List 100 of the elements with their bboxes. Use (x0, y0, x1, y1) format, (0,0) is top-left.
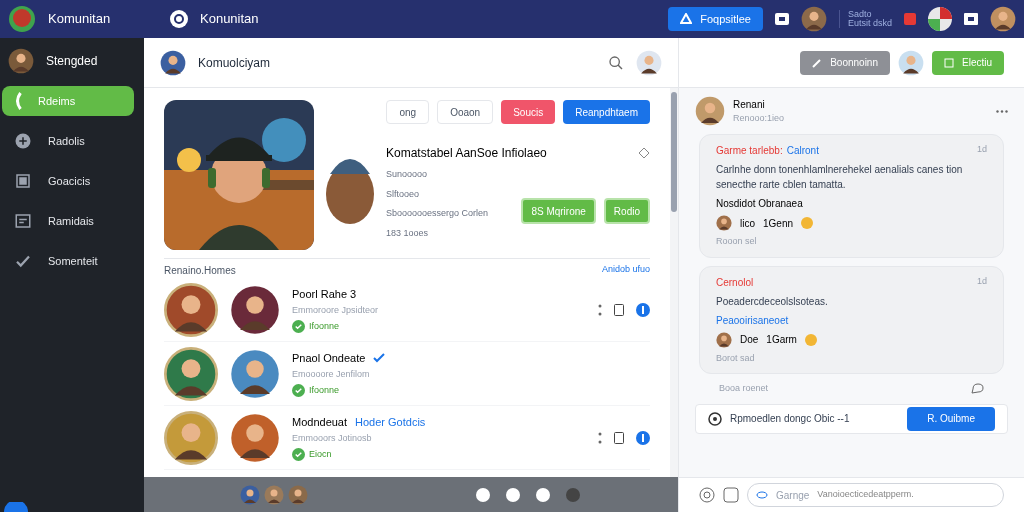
sidebar-item[interactable]: Ramidais (2, 206, 142, 236)
comment-link[interactable]: Calront (786, 143, 819, 158)
avatar (636, 49, 662, 76)
suggestion-button[interactable]: R. Ouibme (907, 406, 995, 431)
play-button[interactable]: Rodio (603, 198, 650, 224)
toolbar-button[interactable]: ong (386, 100, 430, 124)
sidebar-item[interactable]: Radolis (2, 126, 142, 156)
comment-time: 1d (977, 274, 987, 288)
save-button[interactable]: Electiu (932, 50, 1004, 75)
avatar (800, 6, 827, 32)
comment-author: Cernolol (716, 275, 754, 290)
channel-title: Komuolciyam (198, 54, 272, 72)
avatar (716, 215, 732, 231)
plus-circle-icon (14, 132, 32, 150)
avatar (288, 484, 308, 505)
status-text: Sadto (847, 10, 873, 19)
info-icon[interactable] (636, 302, 650, 317)
suggestion-text: Rpmoedlen dongc Obic --1 (730, 412, 851, 426)
comment-link[interactable]: Peaooirisaneoet (716, 312, 987, 328)
status-label: Ifoonne (309, 319, 340, 333)
emoji-icon (801, 217, 814, 229)
avatar (898, 49, 924, 76)
avatar (716, 331, 732, 348)
toolbar-button[interactable]: Soucis (501, 100, 556, 124)
list-icon (14, 212, 32, 230)
reaction-name: lico (740, 216, 755, 231)
square-icon (14, 172, 32, 190)
reaction-count: 1Genn (763, 216, 794, 231)
emoji-icon (804, 333, 817, 346)
primary-button[interactable]: Foqpsitlee (668, 7, 763, 31)
check-circle-icon (292, 384, 305, 397)
friend-name: Modndeuat (292, 414, 348, 430)
comment-text: Poeadercdeceolslsoteas. (716, 294, 829, 309)
app-name: Komunitan (48, 10, 112, 29)
more-icon[interactable] (598, 303, 602, 316)
avatar (990, 6, 1016, 32)
post-author: Renani (733, 97, 766, 112)
friend-subtitle: Emmooors Jotinosb (292, 432, 373, 446)
avatar (164, 346, 218, 401)
sticker-icon[interactable] (723, 487, 739, 503)
page-title: Konunitan (200, 10, 259, 29)
more-icon[interactable] (598, 431, 602, 444)
pen-icon (812, 57, 823, 68)
field-label: Garnge (776, 488, 810, 503)
friend-name: Pnaol Ondeate (292, 350, 366, 366)
avatar (164, 410, 218, 465)
post-time: Renooo:1ieo (733, 111, 786, 125)
play-button[interactable]: 8S Mqrirone (521, 198, 596, 224)
logo-icon (170, 10, 188, 28)
check-circle-icon (292, 320, 305, 333)
status-label: Ifoonne (309, 383, 340, 397)
avatar (230, 412, 280, 463)
friend-subtitle: Emoooore Jenfilom (292, 368, 371, 382)
game-info: 183 1ooes (386, 226, 430, 240)
reaction-count: 1Garm (766, 333, 797, 347)
info-icon[interactable] (636, 430, 650, 445)
logo-icon (8, 5, 36, 33)
check-circle-icon (292, 448, 305, 461)
avatar (695, 96, 725, 126)
comment-text: Carlnhe donn tonenhlamlnerehekel aenalials canes tion senecthe rarte cblen tamatta. (716, 163, 964, 192)
avatar (230, 348, 280, 399)
triangle-icon (680, 13, 693, 25)
page-icon[interactable] (614, 431, 624, 444)
avatar (230, 284, 280, 335)
message-input[interactable]: Vanoioecticedeatpperm. (817, 488, 995, 502)
comment-footer: Rooon sel (716, 235, 987, 249)
avatar (8, 48, 34, 74)
game-info: Sbooooooessergo Corlen (386, 207, 489, 220)
avatar (240, 484, 260, 505)
toolbar-button[interactable]: Reanpdhtaem (563, 100, 650, 124)
friend-subtitle: Emmoroore Jpsidteor (292, 304, 380, 318)
game-title: Komatstabel AanSoe Infiolaeo (386, 145, 547, 162)
avatar (160, 49, 186, 76)
game-info: Slftooeo (386, 187, 421, 201)
sidebar-item[interactable]: Goacicis (2, 166, 142, 196)
reaction-name: Doe (740, 333, 759, 347)
diamond-icon[interactable] (638, 147, 650, 159)
comment-footer: Borot sad (716, 351, 987, 365)
section-heading: Renaino.Homes (164, 264, 236, 278)
profile-name: Stengded (46, 53, 98, 70)
note-icon (944, 57, 954, 68)
page-icon[interactable] (614, 303, 624, 316)
comment-emphasis: Nosdidot Obranaea (716, 197, 804, 211)
toolbar-button[interactable]: Ooaon (437, 100, 494, 124)
friend-tag: Hoder Gotdcis (355, 413, 426, 431)
at-icon[interactable] (699, 487, 715, 503)
status-label: Eiocn (309, 447, 332, 461)
game-info: Sunooooo (386, 168, 429, 181)
comment-author: Garme tarlebb: (716, 144, 783, 158)
view-all-link[interactable]: Anidob ufuo (601, 263, 650, 278)
comment-time: 1d (977, 143, 987, 156)
reply-hint: Booa roenet (719, 382, 769, 395)
status-text: Eutsit dskd (847, 19, 892, 28)
friend-name: Poorl Rahe 3 (292, 286, 357, 302)
sidebar-item[interactable]: Somenteit (2, 246, 142, 276)
edit-button[interactable]: Boonnoinn (800, 50, 890, 75)
more-icon[interactable] (996, 109, 1008, 113)
search-icon[interactable] (608, 54, 624, 71)
speech-icon[interactable] (970, 382, 984, 395)
sidebar-item[interactable]: Rdeims (2, 86, 134, 116)
